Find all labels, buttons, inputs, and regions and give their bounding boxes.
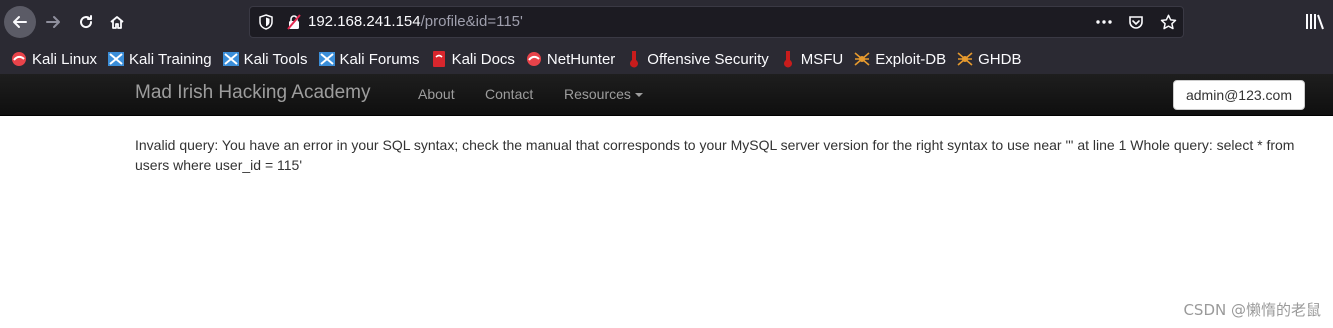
bookmark-label: Kali Docs <box>451 50 515 68</box>
bookmark-exploit-db[interactable]: Exploit-DB <box>853 47 946 71</box>
nethunter-icon <box>526 52 541 66</box>
pocket-icon <box>1129 16 1143 29</box>
bookmark-label: Kali Linux <box>32 50 98 68</box>
bookmark-label: Kali Forums <box>339 50 420 68</box>
bookmark-label: MSFU <box>800 50 844 68</box>
caret-down-icon <box>634 93 643 98</box>
reload-icon <box>80 15 93 29</box>
kali-training-icon <box>108 52 125 66</box>
nav-link-about[interactable]: About <box>418 86 455 102</box>
page-actions-button[interactable] <box>1093 11 1115 33</box>
msfu-icon <box>783 51 792 68</box>
bookmark-kali-docs[interactable]: Kali Docs <box>430 47 515 71</box>
watermark: CSDN @懒惰的老鼠 <box>1183 301 1321 319</box>
user-account-button[interactable]: admin@123.com <box>1173 80 1305 110</box>
kali-forums-icon <box>318 52 335 66</box>
bookmark-kali-tools[interactable]: Kali Tools <box>222 47 308 71</box>
bookmark-offensive-security[interactable]: Offensive Security <box>625 47 769 71</box>
pocket-button[interactable] <box>1125 11 1147 33</box>
kali-dragon-icon <box>12 52 26 66</box>
browser-toolbar: 192.168.241.154/profile&id=115' <box>0 0 1333 44</box>
sql-error-message: Invalid query: You have an error in your… <box>135 137 1295 173</box>
back-button[interactable] <box>4 6 36 38</box>
ghdb-icon <box>957 52 973 66</box>
bookmark-kali-training[interactable]: Kali Training <box>107 47 212 71</box>
bookmark-label: NetHunter <box>546 50 616 68</box>
home-icon <box>110 16 124 29</box>
bookmark-star-button[interactable] <box>1157 11 1179 33</box>
site-navbar: Mad Irish Hacking Academy About Contact … <box>0 74 1333 116</box>
bookmark-kali-linux[interactable]: Kali Linux <box>10 47 97 71</box>
bookmark-label: Kali Training <box>129 50 212 68</box>
bookmark-label: Offensive Security <box>647 50 769 68</box>
star-icon <box>1160 14 1176 29</box>
site-brand[interactable]: Mad Irish Hacking Academy <box>135 82 371 104</box>
bookmark-msfu[interactable]: MSFU <box>779 47 844 71</box>
bookmark-ghdb[interactable]: GHDB <box>956 47 1021 71</box>
reload-button[interactable] <box>70 6 102 38</box>
bookmark-nethunter[interactable]: NetHunter <box>525 47 615 71</box>
exploit-db-icon <box>854 52 870 66</box>
library-icon[interactable] <box>1304 12 1326 32</box>
nav-link-contact[interactable]: Contact <box>485 86 533 102</box>
url-bar[interactable]: 192.168.241.154/profile&id=115' <box>249 6 1184 38</box>
tracking-shield-icon[interactable] <box>258 14 274 30</box>
forward-button[interactable] <box>37 6 69 38</box>
bookmarks-toolbar: Kali Linux Kali Training Kali Tools Kali… <box>0 44 1333 74</box>
url-host: 192.168.241.154 <box>308 13 421 30</box>
more-dots-icon <box>1096 20 1112 24</box>
bookmark-label: GHDB <box>978 50 1022 68</box>
arrow-right-icon <box>46 16 60 28</box>
bookmark-label: Kali Tools <box>243 50 308 68</box>
nav-dropdown-resources[interactable]: Resources <box>564 86 643 102</box>
bookmark-kali-forums[interactable]: Kali Forums <box>318 47 420 71</box>
home-button[interactable] <box>101 6 133 38</box>
insecure-lock-icon[interactable] <box>286 14 302 30</box>
kali-tools-icon <box>222 52 239 66</box>
url-text[interactable]: 192.168.241.154/profile&id=115' <box>308 13 523 30</box>
offsec-icon <box>630 51 639 68</box>
nav-dropdown-label: Resources <box>564 86 631 102</box>
url-path: /profile&id=115' <box>420 13 523 30</box>
arrow-left-icon <box>13 16 27 28</box>
kali-docs-icon <box>432 51 445 67</box>
bookmark-label: Exploit-DB <box>875 50 947 68</box>
